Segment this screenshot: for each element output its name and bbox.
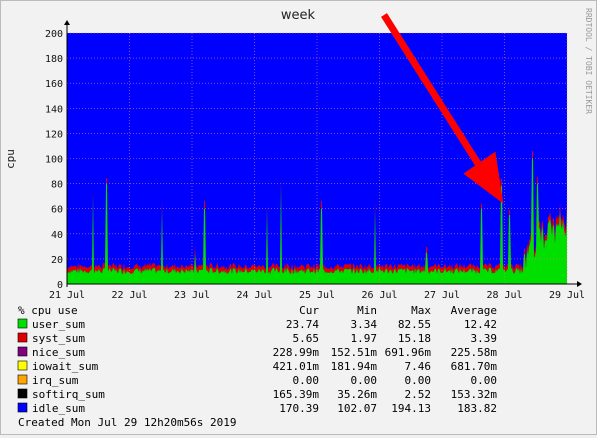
- x-tick-label: 23 Jul: [174, 290, 210, 301]
- legend-label: syst_sum: [32, 332, 85, 345]
- y-tick-label: 140: [45, 104, 63, 115]
- x-tick-label: 27 Jul: [424, 290, 460, 301]
- legend-value-max: 7.46: [405, 360, 432, 373]
- legend-value-max: 2.52: [405, 388, 432, 401]
- legend-value-avg: 183.82: [457, 402, 497, 415]
- legend-swatch-idle_sum: [17, 402, 28, 413]
- legend-swatch-softirq_sum: [17, 388, 28, 399]
- rrd-chart: week cpu RRDTOOL / TOBI OETIKER 0 20 40 60 8…: [0, 0, 597, 435]
- legend-header: Min: [357, 304, 377, 317]
- legend-value-cur: 0.00: [293, 374, 320, 387]
- legend-value-avg: 3.39: [471, 332, 498, 345]
- legend-value-cur: 23.74: [286, 318, 319, 331]
- legend-swatch-irq_sum: [17, 374, 28, 385]
- legend-value-min: 152.51m: [331, 346, 378, 359]
- y-axis-label: cpu: [4, 149, 17, 169]
- x-axis-arrowhead: [577, 281, 582, 287]
- chart-svg: week cpu RRDTOOL / TOBI OETIKER 02040608…: [4, 8, 593, 429]
- legend-swatch-user_sum: [17, 318, 28, 329]
- legend-header: Max: [411, 304, 431, 317]
- y-tick-label: 60: [51, 205, 63, 216]
- legend-swatch-syst_sum: [17, 332, 28, 343]
- legend-value-avg: 681.70m: [451, 360, 498, 373]
- x-tick-label: 25 Jul: [299, 290, 335, 301]
- legend-label: softirq_sum: [32, 388, 105, 401]
- legend-value-max: 82.55: [398, 318, 431, 331]
- x-tick-label: 22 Jul: [111, 290, 147, 301]
- chart-title: week: [281, 8, 316, 23]
- y-tick-label: 40: [51, 230, 63, 241]
- y-axis-arrowhead: [64, 20, 70, 25]
- legend-value-max: 15.18: [398, 332, 431, 345]
- legend-value-min: 3.34: [351, 318, 378, 331]
- legend-value-avg: 0.00: [471, 374, 498, 387]
- legend-value-max: 194.13: [391, 402, 431, 415]
- legend-value-avg: 12.42: [464, 318, 497, 331]
- y-tick-label: 120: [45, 129, 63, 140]
- legend-label: irq_sum: [32, 374, 79, 387]
- legend-value-cur: 421.01m: [273, 360, 320, 373]
- legend-value-min: 102.07: [337, 402, 377, 415]
- legend-value-cur: 5.65: [293, 332, 320, 345]
- legend-swatch-iowait_sum: [17, 360, 28, 371]
- legend-label: nice_sum: [32, 346, 85, 359]
- legend-header: Average: [451, 304, 497, 317]
- x-tick-label: 28 Jul: [486, 290, 522, 301]
- legend: % cpu use Cur Min Max Average user_sum 23.74 3.…: [17, 304, 498, 415]
- legend-label: user_sum: [32, 318, 85, 331]
- legend-value-cur: 170.39: [279, 402, 319, 415]
- legend-value-min: 181.94m: [331, 360, 378, 373]
- legend-value-avg: 225.58m: [451, 346, 498, 359]
- legend-header: Cur: [299, 304, 319, 317]
- x-tick-label: 29 Jul: [549, 290, 585, 301]
- y-tick-label: 160: [45, 79, 63, 90]
- legend-value-max: 0.00: [405, 374, 432, 387]
- legend-label: idle_sum: [32, 402, 85, 415]
- legend-value-max: 691.96m: [385, 346, 432, 359]
- legend-swatch-nice_sum: [17, 346, 28, 357]
- legend-value-min: 0.00: [351, 374, 378, 387]
- legend-value-cur: 228.99m: [273, 346, 320, 359]
- y-tick-label: 80: [51, 180, 63, 191]
- x-tick-label: 24 Jul: [236, 290, 272, 301]
- legend-value-cur: 165.39m: [273, 388, 320, 401]
- x-tick-label: 21 Jul: [49, 290, 85, 301]
- y-tick-label: 200: [45, 29, 63, 40]
- y-tick-label: 100: [45, 155, 63, 166]
- legend-header: % cpu use: [18, 304, 78, 317]
- created-timestamp: Created Mon Jul 29 12h20m56s 2019: [18, 416, 237, 429]
- watermark: RRDTOOL / TOBI OETIKER: [584, 8, 593, 114]
- y-tick-label: 20: [51, 255, 63, 266]
- x-tick-label: 26 Jul: [361, 290, 397, 301]
- legend-value-min: 1.97: [351, 332, 378, 345]
- y-tick-label: 180: [45, 54, 63, 65]
- legend-value-min: 35.26m: [337, 388, 377, 401]
- legend-label: iowait_sum: [32, 360, 99, 373]
- legend-value-avg: 153.32m: [451, 388, 498, 401]
